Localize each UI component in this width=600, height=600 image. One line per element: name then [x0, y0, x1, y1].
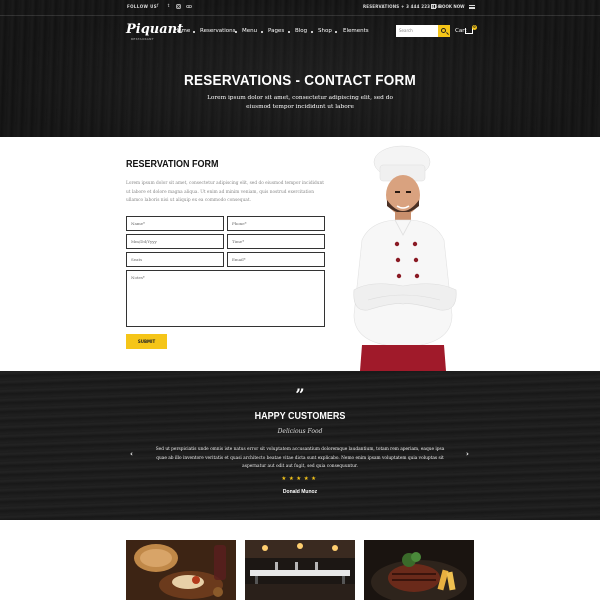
- nav-reservations[interactable]: Reservations: [200, 28, 236, 34]
- nav-separator: [193, 31, 195, 33]
- time-field[interactable]: Time*: [227, 234, 325, 249]
- food-photo-bread[interactable]: [126, 540, 236, 600]
- chevron-right-icon[interactable]: ›: [466, 450, 469, 458]
- testimonials-title: HAPPY CUSTOMERS: [254, 411, 346, 422]
- page-subtitle: Lorem ipsum dolor sit amet, consectetur …: [207, 95, 393, 110]
- nav-home[interactable]: Home: [174, 28, 190, 34]
- chevron-left-icon[interactable]: ‹: [130, 450, 133, 458]
- cart-count-badge: 0: [472, 25, 477, 30]
- submit-button[interactable]: SUBMIT: [126, 334, 167, 349]
- follow-us-label: FOLLOW US: [127, 4, 158, 9]
- notes-field[interactable]: Notes*: [126, 270, 325, 327]
- email-field[interactable]: Email*: [227, 252, 325, 267]
- nav-separator: [261, 31, 263, 33]
- logo-tagline: RESTAURANT: [131, 37, 154, 41]
- calendar-icon: [431, 4, 436, 9]
- testimonial-author: Donald Munoz: [282, 489, 318, 495]
- nav-pages[interactable]: Pages: [268, 28, 284, 34]
- search-button[interactable]: [438, 25, 450, 37]
- page-title: RESERVATIONS - CONTACT FORM: [183, 73, 417, 89]
- phone-field[interactable]: Phone*: [227, 216, 325, 231]
- testimonials-subtitle: Delicious Food: [277, 428, 323, 435]
- hero-section: [0, 0, 600, 137]
- facebook-icon[interactable]: f: [155, 4, 160, 9]
- book-now-link[interactable]: BOOK NOW: [439, 4, 465, 9]
- nav-elements[interactable]: Elements: [343, 28, 369, 34]
- search-input[interactable]: Search: [396, 25, 439, 37]
- twitter-icon[interactable]: t: [166, 4, 171, 9]
- form-title: RESERVATION FORM: [126, 159, 219, 170]
- nav-separator: [335, 31, 337, 33]
- name-field[interactable]: Name*: [126, 216, 224, 231]
- seats-field[interactable]: Seats: [126, 252, 224, 267]
- nav-shop[interactable]: Shop: [318, 28, 332, 34]
- steak-dish-photo[interactable]: [364, 540, 474, 600]
- top-bar: FOLLOW US f t RESERVATIONS + 3 444 223 4…: [0, 0, 600, 15]
- instagram-icon[interactable]: [176, 4, 181, 9]
- nav-separator: [235, 31, 237, 33]
- star-rating: ★★★★★: [281, 476, 319, 482]
- nav-menu[interactable]: Menu: [242, 28, 257, 34]
- nav-blog[interactable]: Blog: [295, 28, 307, 34]
- restaurant-interior-photo[interactable]: [245, 540, 355, 600]
- form-description: Lorem ipsum dolor sit amet, consectetur …: [126, 181, 324, 203]
- search-icon: [441, 28, 446, 33]
- divider: [0, 15, 600, 16]
- chef-image: [353, 145, 457, 371]
- reservations-phone[interactable]: RESERVATIONS + 3 444 223 458: [363, 4, 441, 9]
- nav-separator: [311, 31, 313, 33]
- nav-separator: [288, 31, 290, 33]
- quote-icon: ”: [295, 385, 305, 404]
- date-field[interactable]: Mm/Dd/Yyyy: [126, 234, 224, 249]
- side-menu-icon[interactable]: [469, 5, 475, 9]
- tripadvisor-icon[interactable]: [186, 4, 192, 9]
- testimonial-text: Sed ut perspiciatis unde omnis iste natu…: [155, 447, 445, 469]
